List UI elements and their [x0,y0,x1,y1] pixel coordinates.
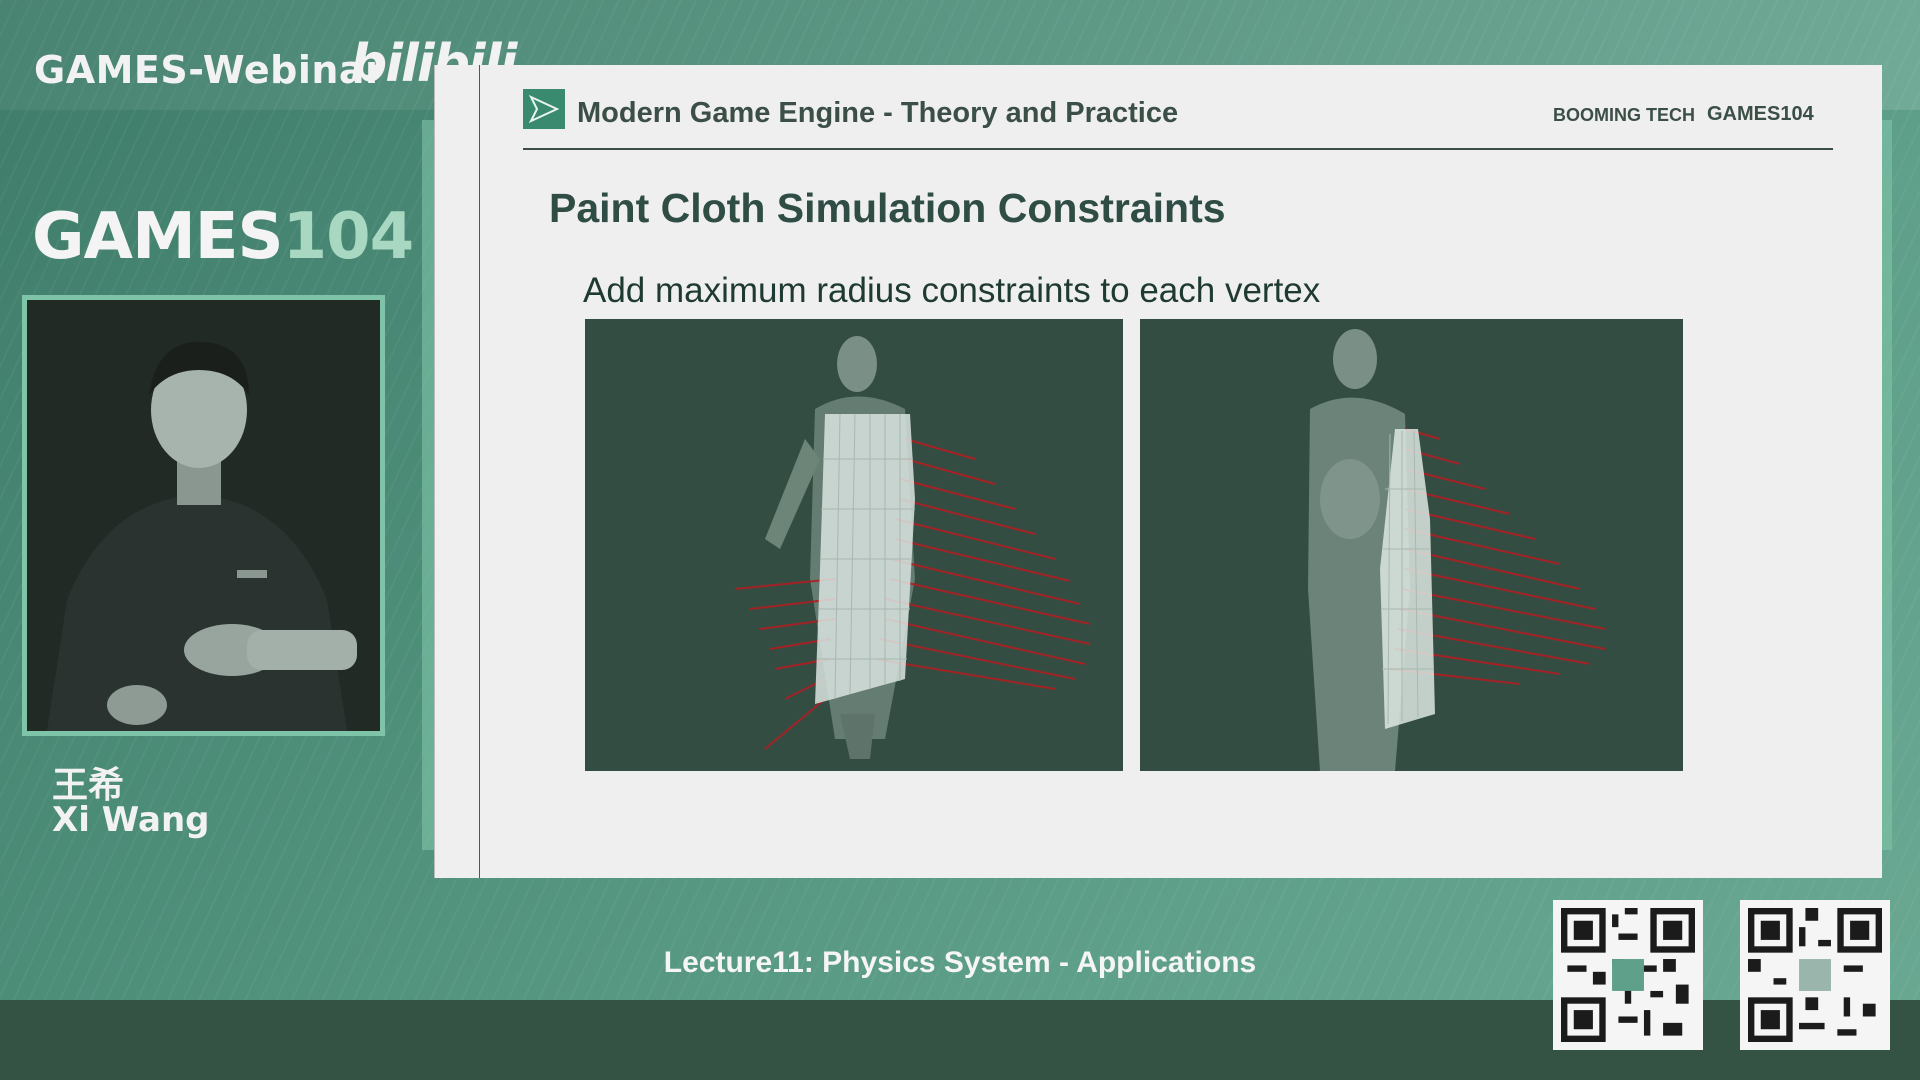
speaker-image [27,300,380,731]
presentation-slide: Modern Game Engine - Theory and Practice… [434,65,1882,878]
games104-small-logo: GAMES104 [1707,103,1814,125]
speaker-name-en: Xi Wang [52,800,210,840]
course-title: Modern Game Engine - Theory and Practice [577,97,1179,129]
qr-code-right-image [1748,908,1882,1042]
speaker-video [22,295,385,736]
slide-logo-icon [523,89,565,129]
slide-margin-line [479,65,480,878]
games104-logo-number: 104 [282,200,415,274]
qr-code-left [1553,900,1703,1050]
cloth-image-right [1140,319,1683,771]
header-rule [523,148,1833,150]
webinar-title: GAMES-Webinar [34,48,385,92]
qr-code-left-image [1561,908,1695,1042]
slide-subtitle: Add maximum radius constraints to each v… [583,271,1321,310]
cloth-render-right [1140,319,1683,771]
games104-logo: GAMES104 [32,200,415,274]
brand-logos: BOOMING TECH GAMES104 [1553,103,1814,126]
webinar-stage: GAMES-Webinar bilibili GAMES104 王希 Xi Wa… [0,0,1920,1080]
slide-title: Paint Cloth Simulation Constraints [549,185,1226,231]
cloth-render-left [585,319,1123,771]
cloth-image-left [585,319,1123,771]
games104-logo-text: GAMES [32,200,284,274]
qr-code-right [1740,900,1890,1050]
booming-tech-logo: BOOMING TECH [1553,104,1695,125]
